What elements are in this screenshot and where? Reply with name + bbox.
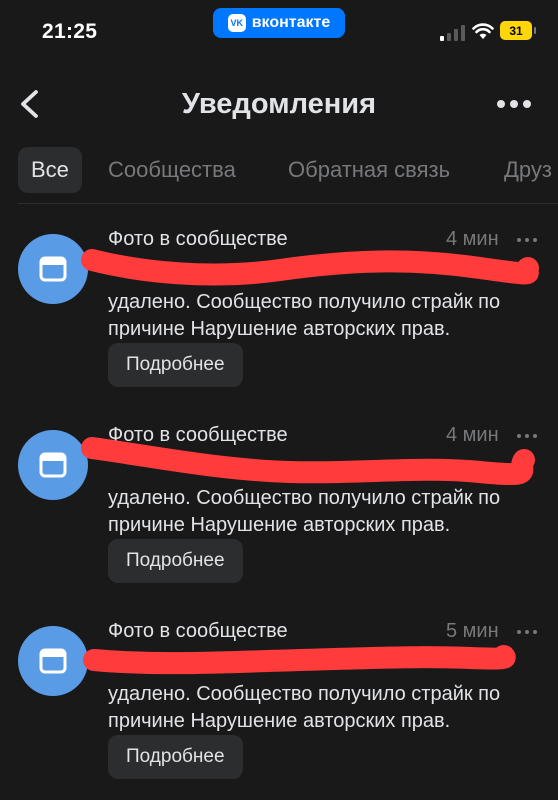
redaction-mark bbox=[83, 645, 516, 675]
window-icon bbox=[39, 452, 67, 478]
vk-app-badge[interactable]: VK вконтакте bbox=[213, 8, 345, 38]
cellular-signal-icon bbox=[440, 25, 465, 41]
notification-body-line: причине Нарушение авторских прав. bbox=[108, 710, 451, 732]
page-title: Уведомления bbox=[181, 88, 377, 120]
redaction-mark bbox=[81, 249, 539, 286]
wifi-icon bbox=[472, 23, 494, 39]
notification-body-line: причине Нарушение авторских прав. bbox=[108, 318, 451, 340]
notification-avatar bbox=[18, 430, 88, 500]
details-button[interactable]: Подробнее bbox=[108, 343, 243, 387]
notifications-screen: 21:25 VK вконтакте 31 Уведомления Все Со… bbox=[0, 0, 558, 800]
tabs-divider bbox=[18, 203, 558, 204]
vk-app-badge-label: вконтакте bbox=[251, 14, 331, 31]
window-icon bbox=[39, 256, 67, 282]
ellipsis-icon[interactable] bbox=[496, 98, 532, 110]
notification-body-line: причине Нарушение авторских прав. bbox=[108, 514, 451, 536]
window-icon bbox=[39, 648, 67, 674]
redaction-mark bbox=[81, 437, 535, 486]
details-button[interactable]: Подробнее bbox=[108, 539, 243, 583]
notification-item[interactable]: Фото в сообществе 4 мин удалено. Сообщес… bbox=[0, 208, 558, 398]
details-button[interactable]: Подробнее bbox=[108, 735, 243, 779]
tab-friends[interactable]: Друз bbox=[504, 147, 552, 193]
notification-avatar bbox=[18, 626, 88, 696]
tab-all[interactable]: Все bbox=[18, 147, 82, 193]
notification-item[interactable]: Фото в сообществе 5 мин удалено. Сообщес… bbox=[0, 600, 558, 790]
notification-avatar bbox=[18, 234, 88, 304]
tab-bar: Все Сообщества Обратная связь Друз bbox=[18, 147, 558, 193]
app-header: Уведомления bbox=[0, 78, 558, 134]
notification-item[interactable]: Фото в сообществе 4 мин удалено. Сообщес… bbox=[0, 404, 558, 594]
tab-feedback[interactable]: Обратная связь bbox=[288, 147, 450, 193]
tab-communities[interactable]: Сообщества bbox=[108, 147, 236, 193]
status-bar: 21:25 VK вконтакте 31 bbox=[0, 0, 558, 60]
vk-logo-icon: VK bbox=[227, 14, 246, 32]
status-time: 21:25 bbox=[42, 20, 98, 43]
battery-indicator: 31 bbox=[500, 21, 536, 40]
